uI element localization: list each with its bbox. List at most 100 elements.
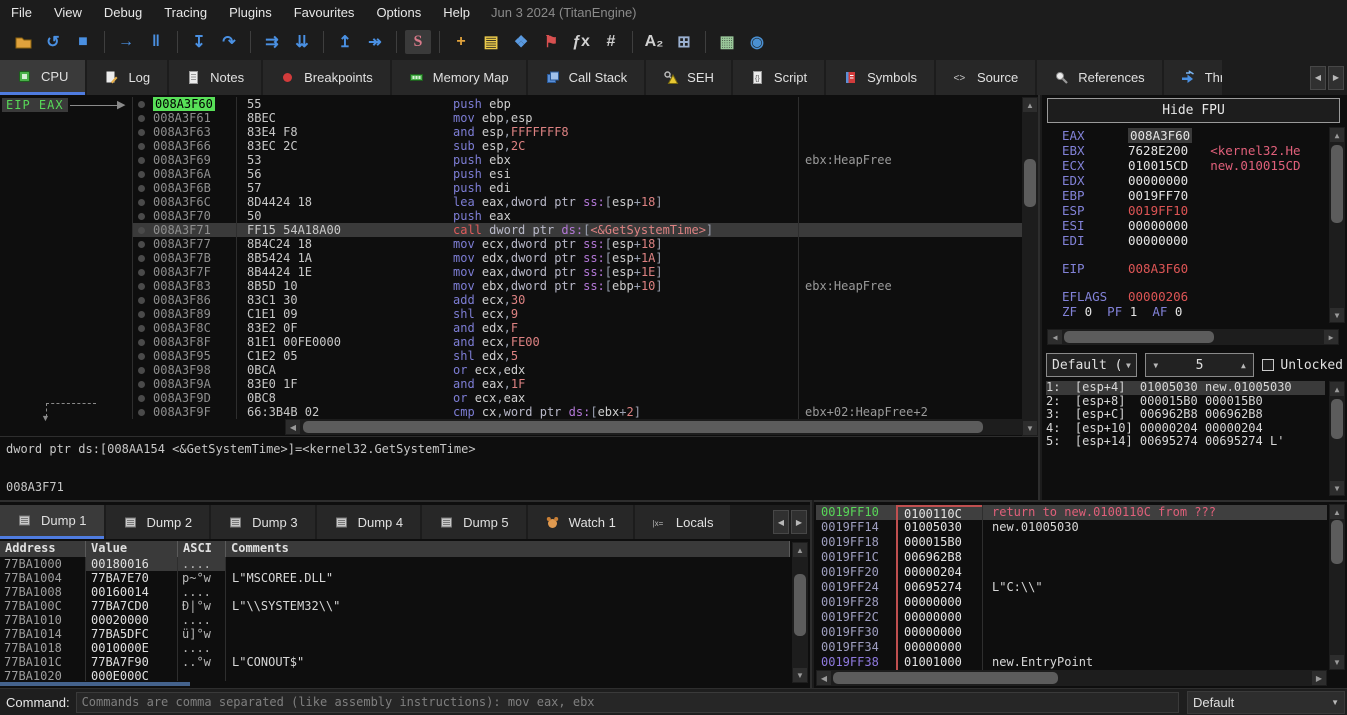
register-row-edi[interactable]: EDI00000000 xyxy=(1062,233,1325,248)
dump-tab-dump-5[interactable]: Dump 5 xyxy=(422,505,526,539)
dump-tab-dump-1[interactable]: Dump 1 xyxy=(0,505,104,539)
stack-row[interactable]: 0019FF2C00000000 xyxy=(816,610,1327,625)
argument-row[interactable]: 4: [esp+10] 00000204 00000204 xyxy=(1046,422,1325,436)
disasm-row[interactable]: 008A3F778B4C24 18mov ecx,dword ptr ss:[e… xyxy=(133,237,1022,251)
disasm-row[interactable]: 008A3F8C83E2 0Fand edx,F xyxy=(133,321,1022,335)
stack-hscrollbar[interactable]: ◀ ▶ xyxy=(816,670,1327,686)
dump-row[interactable]: 77BA101477BA5DFCü]°w xyxy=(0,627,790,641)
scroll-thumb[interactable] xyxy=(1064,331,1214,343)
scroll-left-arrow[interactable]: ◀ xyxy=(286,420,300,434)
menu-help[interactable]: Help xyxy=(432,2,481,23)
dump-row[interactable]: 77BA1020000E000C xyxy=(0,669,790,681)
menu-debug[interactable]: Debug xyxy=(93,2,153,23)
scroll-thumb[interactable] xyxy=(303,421,983,433)
registers-hscrollbar[interactable]: ◀ ▶ xyxy=(1047,329,1339,345)
scroll-down-arrow[interactable]: ▼ xyxy=(1023,421,1037,435)
pause-icon[interactable]: ‖ xyxy=(143,30,169,54)
argument-row[interactable]: 5: [esp+14] 00695274 00695274 L' xyxy=(1046,435,1325,449)
menu-favourites[interactable]: Favourites xyxy=(283,2,366,23)
view-tab-script[interactable]: {}Script xyxy=(733,60,824,95)
breakpoint-dot[interactable] xyxy=(133,195,149,209)
stack-row[interactable]: 0019FF2400695274L"C:\\" xyxy=(816,580,1327,595)
breakpoint-dot[interactable] xyxy=(133,335,149,349)
scroll-up-arrow[interactable]: ▲ xyxy=(1330,505,1344,519)
register-row-eip[interactable]: EIP008A3F60 xyxy=(1062,261,1325,276)
restart-icon[interactable]: ↺ xyxy=(40,30,66,54)
menu-file[interactable]: File xyxy=(0,2,43,23)
calling-convention-select[interactable]: Default (stdc ▼ xyxy=(1046,353,1137,377)
stack-row[interactable]: 0019FF2000000204 xyxy=(816,565,1327,580)
register-row-esi[interactable]: ESI00000000 xyxy=(1062,218,1325,233)
argument-row[interactable]: 3: [esp+C] 006962B8 006962B8 xyxy=(1046,408,1325,422)
scroll-up-arrow[interactable]: ▲ xyxy=(1330,128,1344,142)
view-tab-source[interactable]: <>Source xyxy=(936,60,1035,95)
disasm-row[interactable]: 008A3F6B57push edi xyxy=(133,181,1022,195)
dump-row[interactable]: 77BA100C77BA7CD0Ð|°wL"\\SYSTEM32\\" xyxy=(0,599,790,613)
argument-row[interactable]: 1: [esp+4] 01005030 new.01005030 xyxy=(1046,381,1325,395)
dump-tab-dump-4[interactable]: Dump 4 xyxy=(317,505,421,539)
stack-vscrollbar[interactable]: ▲ ▼ xyxy=(1329,504,1345,670)
disasm-row[interactable]: 008A3F6055push ebp xyxy=(133,97,1022,111)
breakpoint-dot[interactable] xyxy=(133,237,149,251)
view-tab-log[interactable]: Log xyxy=(87,60,167,95)
dump-tab-watch-1[interactable]: Watch 1 xyxy=(528,505,633,539)
stack-row[interactable]: 0019FF3801001000new.EntryPoint xyxy=(816,655,1327,670)
checkbox-box[interactable] xyxy=(1262,359,1274,371)
dump-tab-locals[interactable]: |x=Locals xyxy=(635,505,731,539)
disasm-row[interactable]: 008A3F71FF15 54A18A00call dword ptr ds:[… xyxy=(133,223,1022,237)
disasm-row[interactable]: 008A3F95C1E2 05shl edx,5 xyxy=(133,349,1022,363)
breakpoint-dot[interactable] xyxy=(133,223,149,237)
disasm-row[interactable]: 008A3F6953push ebxebx:HeapFree xyxy=(133,153,1022,167)
dump-header-comments[interactable]: Comments xyxy=(226,541,790,557)
scroll-right-arrow[interactable]: ▶ xyxy=(1324,330,1338,344)
tab-scroll-right-icon[interactable]: ▶ xyxy=(1328,66,1344,90)
functions-icon[interactable]: ƒx xyxy=(568,30,594,54)
disassembly-vscrollbar[interactable]: ▲ ▼ xyxy=(1022,97,1038,436)
dump-row[interactable]: 77BA100000180016.... xyxy=(0,557,790,571)
breakpoint-dot[interactable] xyxy=(133,321,149,335)
scroll-down-arrow[interactable]: ▼ xyxy=(1330,308,1344,322)
hide-fpu-button[interactable]: Hide FPU xyxy=(1047,98,1340,123)
breakpoint-dot[interactable] xyxy=(133,307,149,321)
comments-icon[interactable]: ▤ xyxy=(478,30,504,54)
source-toggle-icon[interactable]: S xyxy=(405,30,431,54)
view-tab-notes[interactable]: Notes xyxy=(169,60,261,95)
trace-into-icon[interactable]: ⇉ xyxy=(259,30,285,54)
disasm-row[interactable]: 008A3F6383E4 F8and esp,FFFFFFF8 xyxy=(133,125,1022,139)
disasm-row[interactable]: 008A3F7B8B5424 1Amov edx,dword ptr ss:[e… xyxy=(133,251,1022,265)
breakpoint-dot[interactable] xyxy=(133,405,149,419)
register-row-ebp[interactable]: EBP0019FF70 xyxy=(1062,188,1325,203)
disasm-row[interactable]: 008A3F980BCAor ecx,edx xyxy=(133,363,1022,377)
tab-scroll-left-icon[interactable]: ◀ xyxy=(1310,66,1326,90)
dump-header-address[interactable]: Address xyxy=(0,541,86,557)
stack-row[interactable]: 0019FF3400000000 xyxy=(816,640,1327,655)
scroll-down-arrow[interactable]: ▼ xyxy=(1330,481,1344,495)
disassembly-hscrollbar[interactable]: ◀ xyxy=(285,419,1022,435)
breakpoint-dot[interactable] xyxy=(133,265,149,279)
menu-options[interactable]: Options xyxy=(365,2,432,23)
menu-tracing[interactable]: Tracing xyxy=(153,2,218,23)
disasm-row[interactable]: 008A3F7050push eax xyxy=(133,209,1022,223)
disasm-row[interactable]: 008A3F8F81E1 00FE0000and ecx,FE00 xyxy=(133,335,1022,349)
command-profile-select[interactable]: Default ▼ xyxy=(1187,691,1345,714)
stop-icon[interactable]: ■ xyxy=(70,30,96,54)
attach-icon[interactable]: ⊞ xyxy=(671,30,697,54)
scroll-thumb[interactable] xyxy=(1331,520,1343,564)
step-over-icon[interactable]: ↷ xyxy=(216,30,242,54)
breakpoint-dot[interactable] xyxy=(133,153,149,167)
dump-row[interactable]: 77BA100477BA7E70p~°wL"MSCOREE.DLL" xyxy=(0,571,790,585)
scroll-up-arrow[interactable]: ▲ xyxy=(1330,382,1344,396)
view-tab-seh[interactable]: SEH xyxy=(646,60,731,95)
open-file-icon[interactable] xyxy=(10,30,36,54)
register-row-eax[interactable]: EAX008A3F60 xyxy=(1062,128,1325,143)
register-row-esp[interactable]: ESP0019FF10 xyxy=(1062,203,1325,218)
scroll-left-arrow[interactable]: ◀ xyxy=(817,671,831,685)
view-tab-thr[interactable]: Thr xyxy=(1164,60,1222,95)
breakpoint-dot[interactable] xyxy=(133,181,149,195)
disasm-row[interactable]: 008A3F7F8B4424 1Emov eax,dword ptr ss:[e… xyxy=(133,265,1022,279)
scroll-up-arrow[interactable]: ▲ xyxy=(1023,98,1037,112)
view-tab-references[interactable]: References xyxy=(1037,60,1161,95)
font-icon[interactable]: A₂ xyxy=(641,30,667,54)
step-into-icon[interactable]: ↧ xyxy=(186,30,212,54)
bookmarks-icon[interactable]: ⚑ xyxy=(538,30,564,54)
